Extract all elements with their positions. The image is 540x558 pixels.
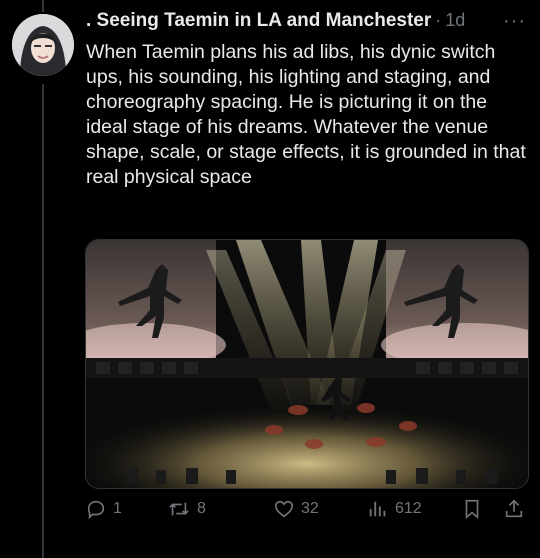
thread-line	[42, 84, 44, 558]
views-icon	[369, 501, 386, 517]
timestamp[interactable]: 1d	[445, 10, 465, 31]
reply-icon	[87, 500, 105, 520]
like-button[interactable]: 32	[273, 498, 319, 520]
tweet: . Seeing Taemin in LA and Manchester · 1…	[86, 10, 526, 190]
view-count: 612	[395, 500, 422, 517]
thread-line-top	[42, 0, 44, 12]
action-bar: 1 8 32 612	[85, 498, 530, 528]
separator: ·	[435, 10, 442, 30]
bookmark-icon	[465, 499, 479, 520]
author-name[interactable]: . Seeing Taemin in LA and Manchester	[86, 10, 431, 32]
like-icon	[274, 500, 294, 518]
more-icon[interactable]: ···	[503, 10, 526, 33]
tweet-text: When Taemin plans his ad libs, his dynic…	[86, 41, 526, 188]
repost-icon	[169, 502, 189, 516]
share-icon	[505, 499, 523, 518]
repost-button[interactable]: 8	[167, 498, 206, 520]
tweet-header: . Seeing Taemin in LA and Manchester · 1…	[86, 10, 526, 40]
tweet-image[interactable]	[85, 239, 529, 489]
avatar[interactable]	[12, 14, 74, 76]
reply-button[interactable]: 1	[85, 498, 122, 520]
repost-count: 8	[197, 500, 206, 517]
share-button[interactable]	[503, 498, 525, 520]
views-button[interactable]: 612	[367, 498, 422, 520]
bookmark-button[interactable]	[461, 498, 483, 520]
like-count: 32	[301, 500, 319, 517]
reply-count: 1	[113, 500, 122, 517]
